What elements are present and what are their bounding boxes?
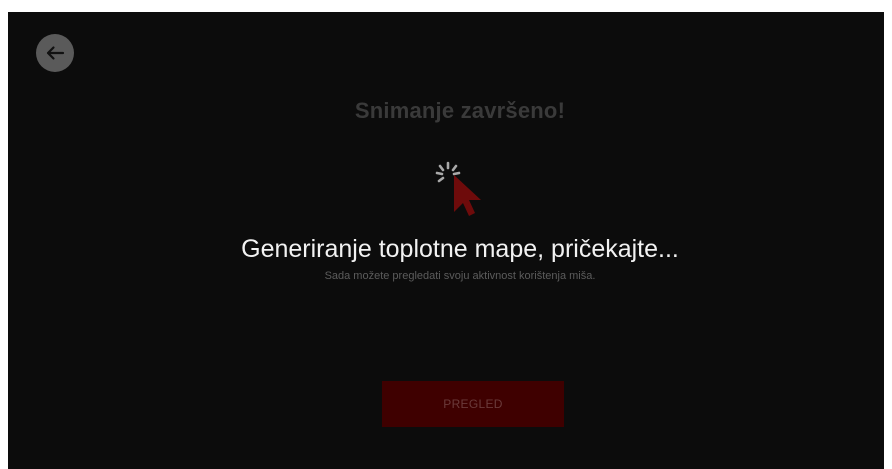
app-window: Snimanje završeno! Generiranje toplotne … (8, 12, 884, 469)
back-button[interactable] (36, 34, 74, 72)
description-text: Sada možete pregledati svoju aktivnost k… (324, 270, 596, 282)
loading-heading: Generiranje toplotne mape, pričekajte... (241, 235, 679, 263)
page-title: Snimanje završeno! (354, 98, 566, 123)
arrow-left-icon (46, 46, 65, 60)
spinner-cursor-icon (435, 161, 481, 216)
review-button[interactable]: PREGLED (382, 381, 564, 427)
